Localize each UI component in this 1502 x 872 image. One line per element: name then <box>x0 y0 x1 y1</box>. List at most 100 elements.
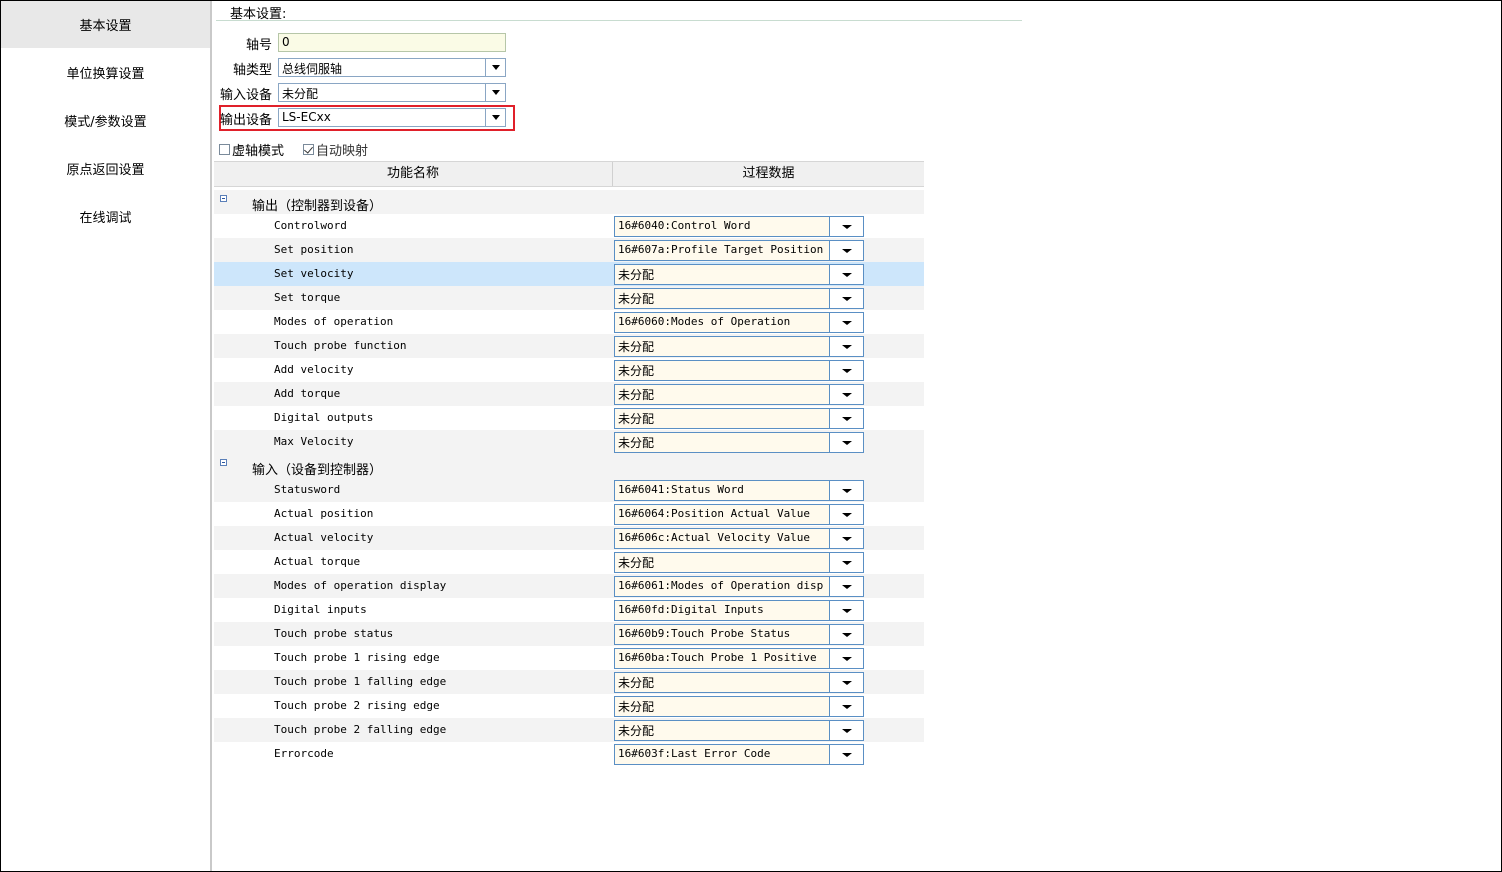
grid-row[interactable]: Actual velocity 16#606c:Actual Velocity V… <box>214 526 924 550</box>
grid-row[interactable]: Set torque 未分配 <box>214 286 924 310</box>
sidebar-item-homing[interactable]: 原点返回设置 <box>1 145 210 192</box>
process-data-select[interactable]: 未分配 <box>614 696 864 717</box>
grid-row[interactable]: Touch probe function 未分配 <box>214 334 924 358</box>
axis-type-dropdown-button[interactable] <box>485 59 505 76</box>
chevron-down-icon <box>841 488 852 493</box>
process-data-select[interactable]: 未分配 <box>614 336 864 357</box>
process-data-dropdown-button[interactable] <box>829 553 863 572</box>
output-device-select[interactable]: LS-ECxx <box>278 108 506 127</box>
grid-row[interactable]: Actual torque 未分配 <box>214 550 924 574</box>
grid-row[interactable]: Digital outputs 未分配 <box>214 406 924 430</box>
process-data-select[interactable]: 16#606c:Actual Velocity Value <box>614 528 864 549</box>
grid-group-row[interactable]: 输出（控制器到设备） <box>214 190 924 214</box>
collapse-icon[interactable] <box>220 459 227 466</box>
process-data-dropdown-button[interactable] <box>829 577 863 596</box>
process-data-dropdown-button[interactable] <box>829 265 863 284</box>
column-header-process-data[interactable]: 过程数据 <box>613 162 924 186</box>
process-data-dropdown-button[interactable] <box>829 649 863 668</box>
process-data-select[interactable]: 未分配 <box>614 672 864 693</box>
virtual-axis-label: 虚轴模式 <box>232 144 285 159</box>
process-data-select[interactable]: 16#6061:Modes of Operation display <box>614 576 864 597</box>
sidebar-item-online-debug[interactable]: 在线调试 <box>1 193 210 240</box>
axis-type-select[interactable]: 总线伺服轴 <box>278 58 506 77</box>
process-data-select[interactable]: 16#60ba:Touch Probe 1 Positive Value <box>614 648 864 669</box>
process-data-dropdown-button[interactable] <box>829 433 863 452</box>
process-data-select[interactable]: 16#60b9:Touch Probe Status <box>614 624 864 645</box>
grid-group-row[interactable]: 输入（设备到控制器） <box>214 454 924 478</box>
process-data-select[interactable]: 未分配 <box>614 264 864 285</box>
process-data-select[interactable]: 未分配 <box>614 288 864 309</box>
virtual-axis-checkbox[interactable] <box>219 144 230 155</box>
function-name: Touch probe 1 falling edge <box>274 675 447 688</box>
grid-row[interactable]: Set position 16#607a:Profile Target Posit… <box>214 238 924 262</box>
collapse-icon[interactable] <box>220 195 227 202</box>
process-data-dropdown-button[interactable] <box>829 337 863 356</box>
grid-row[interactable]: Statusword 16#6041:Status Word <box>214 478 924 502</box>
grid-row[interactable]: Touch probe 1 falling edge 未分配 <box>214 670 924 694</box>
grid-row[interactable]: Touch probe 2 rising edge 未分配 <box>214 694 924 718</box>
axis-no-value: 0 <box>282 35 290 49</box>
process-data-dropdown-button[interactable] <box>829 385 863 404</box>
process-data-dropdown-button[interactable] <box>829 529 863 548</box>
grid-row[interactable]: Touch probe 1 rising edge 16#60ba:Touch P… <box>214 646 924 670</box>
process-data-select[interactable]: 16#607a:Profile Target Position <box>614 240 864 261</box>
grid-row[interactable]: Modes of operation display 16#6061:Modes … <box>214 574 924 598</box>
process-data-select[interactable]: 未分配 <box>614 432 864 453</box>
process-data-dropdown-button[interactable] <box>829 673 863 692</box>
input-device-dropdown-button[interactable] <box>485 84 505 101</box>
chevron-down-icon <box>841 632 852 637</box>
sidebar-item-mode-params[interactable]: 模式/参数设置 <box>1 97 210 144</box>
axis-no-input[interactable]: 0 <box>278 33 506 52</box>
function-name: Set velocity <box>274 267 354 280</box>
grid-row[interactable]: Errorcode 16#603f:Last Error Code <box>214 742 924 766</box>
grid-row[interactable]: Touch probe 2 falling edge 未分配 <box>214 718 924 742</box>
process-data-select[interactable]: 16#60fd:Digital Inputs <box>614 600 864 621</box>
process-data-dropdown-button[interactable] <box>829 745 863 764</box>
process-data-select[interactable]: 16#603f:Last Error Code <box>614 744 864 765</box>
grid-row[interactable]: Controlword 16#6040:Control Word <box>214 214 924 238</box>
process-data-dropdown-button[interactable] <box>829 601 863 620</box>
process-data-dropdown-button[interactable] <box>829 313 863 332</box>
process-data-select[interactable]: 未分配 <box>614 360 864 381</box>
function-name: Statusword <box>274 483 341 496</box>
process-data-dropdown-button[interactable] <box>829 409 863 428</box>
process-data-select[interactable]: 未分配 <box>614 552 864 573</box>
grid-row[interactable]: Set velocity 未分配 <box>214 262 924 286</box>
sidebar-item-unit-conversion[interactable]: 单位换算设置 <box>1 49 210 96</box>
process-data-select[interactable]: 16#6041:Status Word <box>614 480 864 501</box>
input-device-select[interactable]: 未分配 <box>278 83 506 102</box>
function-name: Touch probe status <box>274 627 394 640</box>
auto-map-checkbox[interactable] <box>303 144 314 155</box>
process-data-select[interactable]: 16#6040:Control Word <box>614 216 864 237</box>
process-data-dropdown-button[interactable] <box>829 625 863 644</box>
output-device-dropdown-button[interactable] <box>485 109 505 126</box>
grid-row[interactable]: Add velocity 未分配 <box>214 358 924 382</box>
grid-row[interactable]: Touch probe status 16#60b9:Touch Probe St… <box>214 622 924 646</box>
process-data-select[interactable]: 未分配 <box>614 384 864 405</box>
axis-type-label: 轴类型 <box>232 63 272 78</box>
process-data-dropdown-button[interactable] <box>829 505 863 524</box>
process-data-select[interactable]: 16#6060:Modes of Operation <box>614 312 864 333</box>
process-data-select[interactable]: 未分配 <box>614 408 864 429</box>
process-data-dropdown-button[interactable] <box>829 241 863 260</box>
grid-row[interactable]: Add torque 未分配 <box>214 382 924 406</box>
process-data-dropdown-button[interactable] <box>829 361 863 380</box>
process-data-value: 未分配 <box>618 388 655 402</box>
column-header-function[interactable]: 功能名称 <box>214 162 612 186</box>
virtual-axis-checkbox-wrap[interactable]: 虚轴模式 <box>219 140 284 159</box>
process-data-dropdown-button[interactable] <box>829 217 863 236</box>
function-name: Errorcode <box>274 747 334 760</box>
process-data-dropdown-button[interactable] <box>829 289 863 308</box>
grid-row[interactable]: Modes of operation 16#6060:Modes of Opera… <box>214 310 924 334</box>
sidebar-item-basic-settings[interactable]: 基本设置 <box>1 1 210 48</box>
process-data-value: 16#6064:Position Actual Value <box>618 507 811 520</box>
process-data-select[interactable]: 未分配 <box>614 720 864 741</box>
auto-map-checkbox-wrap[interactable]: 自动映射 <box>303 140 368 159</box>
process-data-dropdown-button[interactable] <box>829 481 863 500</box>
grid-row[interactable]: Max Velocity 未分配 <box>214 430 924 454</box>
process-data-select[interactable]: 16#6064:Position Actual Value <box>614 504 864 525</box>
grid-row[interactable]: Actual position 16#6064:Position Actual V… <box>214 502 924 526</box>
process-data-dropdown-button[interactable] <box>829 721 863 740</box>
grid-row[interactable]: Digital inputs 16#60fd:Digital Inputs <box>214 598 924 622</box>
process-data-dropdown-button[interactable] <box>829 697 863 716</box>
